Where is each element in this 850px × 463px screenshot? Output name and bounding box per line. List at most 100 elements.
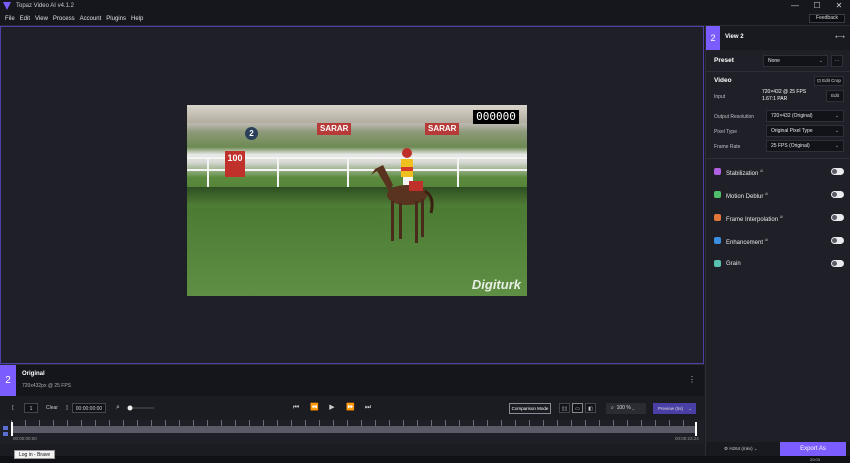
zoom-timeline-icon[interactable]: ⌕: [114, 403, 122, 413]
preset-more-icon[interactable]: ⋯: [831, 55, 843, 67]
expand-icon[interactable]: ⟷: [835, 33, 845, 41]
view-badge: 2: [706, 26, 720, 50]
edit-input-button[interactable]: Edit: [826, 90, 844, 102]
output-resolution-dropdown[interactable]: 720×432 (Original) ⌄: [766, 110, 844, 122]
timeline-zoom-slider[interactable]: [126, 403, 156, 413]
original-clip-bar[interactable]: 2 Original 720x432px @ 25 FPS ⋮: [0, 364, 704, 397]
play-icon[interactable]: ▶: [328, 403, 336, 413]
out-handle[interactable]: [695, 422, 697, 436]
crop-icon: ⊡: [817, 78, 821, 83]
skip-to-end-icon[interactable]: ⏭: [364, 403, 372, 413]
single-view-icon[interactable]: ▭: [572, 403, 583, 413]
menu-plugins[interactable]: Plugins: [106, 16, 126, 22]
video-section-title: Video: [714, 77, 732, 84]
timeline-track[interactable]: [11, 426, 697, 433]
comparison-mode-button[interactable]: Comparison Mode: [509, 403, 551, 414]
step-forward-icon[interactable]: ⏩: [346, 403, 355, 413]
clip-name: Original: [22, 371, 45, 377]
title-bar: Topaz Video AI v4.1.2 — ☐ ✕: [0, 0, 850, 12]
pixel-type-value: Original Pixel Type: [771, 128, 813, 134]
clip-badge: 2: [0, 365, 16, 397]
panel-header: 2 View 2 ⟷: [706, 26, 850, 50]
zoom-icon: ⌕: [611, 405, 614, 411]
feature-name: Grain: [726, 261, 741, 267]
view-name: View 2: [725, 34, 744, 40]
motion-deblur-toggle[interactable]: [831, 191, 844, 198]
track-marker: [3, 432, 8, 436]
zoom-select[interactable]: ⌕ 100 % ⌄: [606, 403, 646, 414]
frame-interpolation-toggle[interactable]: [831, 214, 844, 221]
more-options-icon[interactable]: ⋮: [688, 375, 696, 384]
broadcaster-watermark: Digiturk: [471, 277, 521, 292]
feature-frame-interpolation[interactable]: Frame Interpolation AI: [714, 212, 844, 224]
input-label: Input: [714, 94, 726, 100]
menu-account[interactable]: Account: [80, 16, 102, 22]
side-by-side-view-icon[interactable]: ▯▯: [559, 403, 570, 413]
timecode-field[interactable]: 00:00:00:00: [72, 403, 106, 413]
frame-counter: 000000: [473, 110, 519, 124]
grain-toggle[interactable]: [831, 260, 844, 267]
hedge: [187, 187, 527, 205]
topaz-logo-icon: [3, 2, 11, 10]
zoom-unit: %: [626, 405, 631, 411]
preset-label: Preset: [714, 57, 734, 64]
in-point-icon[interactable]: [: [10, 403, 16, 413]
feedback-button[interactable]: Feedback: [809, 14, 845, 23]
chevron-down-icon[interactable]: ⌄: [688, 403, 692, 414]
frame-rate-dropdown[interactable]: 25 FPS (Original) ⌄: [766, 140, 844, 152]
settings-panel: 2 View 2 ⟷ Preset None ⌄ ⋯ Video ⊡ Edit C…: [705, 26, 850, 456]
stabilization-toggle[interactable]: [831, 168, 844, 175]
ai-tag: AI: [765, 192, 769, 196]
feature-motion-deblur[interactable]: Motion Deblur AI: [714, 189, 844, 201]
menu-file[interactable]: File: [5, 16, 15, 22]
preset-dropdown[interactable]: None ⌄: [763, 55, 828, 67]
clear-button[interactable]: Clear: [44, 403, 60, 413]
feature-grain[interactable]: Grain: [714, 258, 844, 270]
preview-button[interactable]: Preview (5s) ⌄: [653, 403, 696, 414]
video-frame: SARAR SARAR 2 100 000000 Digiturk: [187, 105, 527, 296]
motion-deblur-icon: [714, 191, 721, 198]
menu-process[interactable]: Process: [53, 16, 75, 22]
frame-rate-value: 25 FPS (Original): [771, 143, 810, 149]
frame-field[interactable]: 1: [24, 403, 38, 413]
window-controls: — ☐ ✕: [784, 0, 850, 12]
output-resolution-value: 720×432 (Original): [771, 113, 813, 119]
enhancement-toggle[interactable]: [831, 237, 844, 244]
close-button[interactable]: ✕: [828, 0, 850, 12]
rail-post: [207, 157, 209, 187]
menu-help[interactable]: Help: [131, 16, 143, 22]
minimize-button[interactable]: —: [784, 0, 806, 12]
chevron-down-icon: ⌄: [834, 113, 839, 119]
pixel-type-dropdown[interactable]: Original Pixel Type ⌄: [766, 125, 844, 137]
feature-enhancement[interactable]: Enhancement AI: [714, 235, 844, 247]
codec-select[interactable]: ⚙ H264 (mkv) ⌄: [724, 446, 758, 452]
pixel-type-label: Pixel Type: [714, 129, 737, 135]
maximize-button[interactable]: ☐: [806, 0, 828, 12]
menu-view[interactable]: View: [35, 16, 48, 22]
distance-marker-2: 2: [245, 127, 258, 140]
split-view-icon[interactable]: ◧: [585, 403, 596, 413]
menu-edit[interactable]: Edit: [20, 16, 30, 22]
step-back-icon[interactable]: ⏪: [310, 403, 319, 413]
in-handle[interactable]: [11, 422, 13, 436]
taskbar-tooltip: Log in - Brave: [14, 450, 56, 459]
feature-name: Stabilization: [726, 171, 759, 177]
out-point-icon[interactable]: ]: [64, 403, 70, 413]
rail-post: [277, 157, 279, 187]
divider: [706, 158, 850, 159]
timeline[interactable]: 00:00:00:00 00:00:23:24: [0, 420, 704, 444]
chevron-down-icon: ⌄: [753, 446, 758, 451]
horse-and-jockey: [371, 148, 434, 243]
track-marker: [3, 426, 8, 430]
skip-to-start-icon[interactable]: ⏮: [292, 403, 300, 413]
codec-value: H264 (mkv): [729, 446, 753, 451]
edit-crop-button[interactable]: ⊡ Edit Crop: [814, 76, 844, 86]
feature-name: Frame Interpolation: [726, 217, 779, 223]
grain-icon: [714, 260, 721, 267]
feature-stabilization[interactable]: Stabilization AI: [714, 166, 844, 178]
preset-value: None: [768, 58, 780, 64]
ai-tag: AI: [779, 215, 784, 219]
export-as-button[interactable]: Export As: [780, 442, 846, 456]
chevron-down-icon: ⌄: [834, 143, 839, 149]
preview-viewport[interactable]: SARAR SARAR 2 100 000000 Digiturk: [0, 26, 704, 364]
